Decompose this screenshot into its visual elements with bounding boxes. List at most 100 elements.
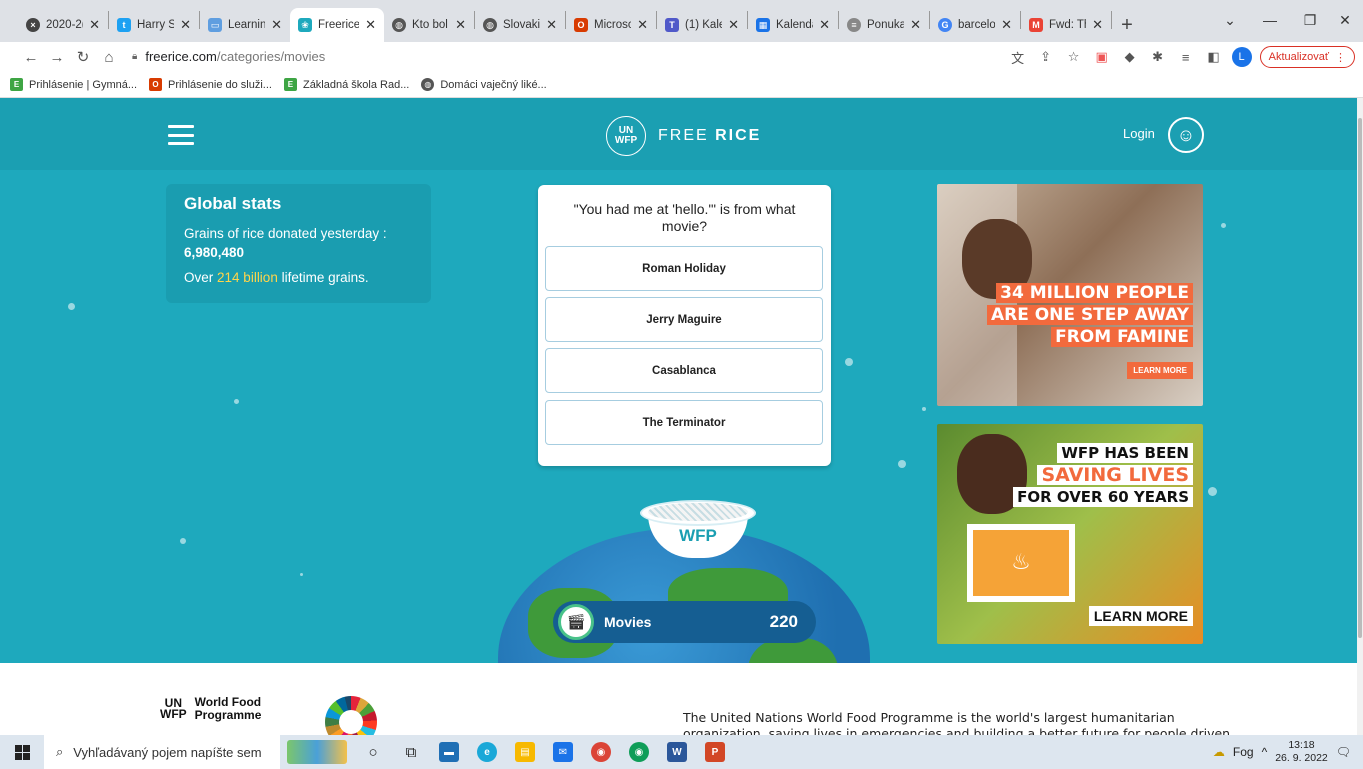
login-link[interactable]: Login bbox=[1123, 126, 1155, 141]
tab-1[interactable]: × 2020-2(✕ bbox=[18, 8, 108, 42]
bookmark-item[interactable]: O Prihlásenie do služi... bbox=[149, 78, 272, 91]
close-tab-icon[interactable]: ✕ bbox=[910, 17, 921, 33]
chevron-up-icon[interactable]: ^ bbox=[1262, 745, 1268, 759]
close-tab-icon[interactable]: ✕ bbox=[180, 17, 191, 33]
close-tab-icon[interactable]: ✕ bbox=[271, 17, 282, 33]
close-tab-icon[interactable]: ✕ bbox=[637, 17, 648, 33]
user-face-icon[interactable]: ☺ bbox=[1168, 117, 1204, 153]
update-button[interactable]: Aktualizovať ⋮ bbox=[1259, 46, 1355, 68]
bookmark-item[interactable]: ◍ Domáci vaječný liké... bbox=[421, 78, 547, 91]
edge-icon[interactable]: e bbox=[468, 735, 506, 769]
wfp-footer-logo[interactable]: UN WFP World Food Programme bbox=[160, 696, 261, 722]
office-icon: O bbox=[149, 78, 163, 91]
answer-option[interactable]: Casablanca bbox=[545, 348, 823, 393]
system-tray: ☁ Fog ^ 13:18 26. 9. 2022 🗨︎ bbox=[1213, 735, 1363, 769]
ad-famine-banner[interactable]: 34 MILLION PEOPLE ARE ONE STEP AWAY FROM… bbox=[937, 184, 1203, 406]
notification-icon[interactable]: 🗨︎ bbox=[1336, 745, 1351, 759]
tab-11[interactable]: Gbarcelo ✕ bbox=[930, 8, 1020, 42]
side-panel-icon[interactable]: ◧ bbox=[1204, 47, 1224, 67]
site-header: UN WFP FREE RICE Login ☺ bbox=[0, 98, 1357, 170]
weather-fog-icon[interactable]: ☁ bbox=[1213, 745, 1225, 759]
tab-6[interactable]: ◍Slovakia✕ bbox=[475, 8, 565, 42]
close-tab-icon[interactable]: ✕ bbox=[1092, 17, 1103, 33]
answer-option[interactable]: Jerry Maguire bbox=[545, 297, 823, 342]
learn-more-button[interactable]: LEARN MORE bbox=[1127, 362, 1193, 379]
profile-avatar[interactable]: L bbox=[1231, 47, 1252, 67]
quiz-question: "You had me at 'hello.'" is from what mo… bbox=[573, 201, 796, 234]
tab-freerice-active[interactable]: ❀ Freerice ✕ bbox=[290, 8, 384, 42]
close-tab-icon[interactable]: ✕ bbox=[1001, 17, 1012, 33]
close-tab-icon[interactable]: ✕ bbox=[365, 17, 376, 33]
reading-list-icon[interactable]: ≡ bbox=[1176, 47, 1196, 67]
category-label: Movies bbox=[604, 614, 652, 630]
edupage-icon: E bbox=[10, 78, 23, 91]
hamburger-menu-icon[interactable] bbox=[168, 125, 194, 145]
google-icon: G bbox=[938, 18, 952, 32]
global-stats-title: Global stats bbox=[184, 194, 282, 213]
freerice-page: UN WFP FREE RICE Login ☺ Global stats Gra… bbox=[0, 98, 1357, 663]
close-tab-icon[interactable]: ✕ bbox=[728, 17, 739, 33]
close-tab-icon[interactable]: ✕ bbox=[819, 17, 830, 33]
word-icon[interactable]: W bbox=[658, 735, 696, 769]
translate-icon[interactable]: 文 bbox=[1008, 47, 1028, 67]
task-view-icon[interactable]: ⧉ bbox=[392, 735, 430, 769]
tab-search-chevron-icon[interactable]: ⌄ bbox=[1210, 8, 1250, 32]
file-explorer-icon[interactable]: ▬ bbox=[430, 735, 468, 769]
tab-12[interactable]: MFwd: Th✕ bbox=[1021, 8, 1111, 42]
cortana-icon[interactable]: ○ bbox=[354, 735, 392, 769]
tab-2[interactable]: tHarry Sl✕ bbox=[109, 8, 199, 42]
close-tab-icon[interactable]: ✕ bbox=[89, 17, 100, 33]
tab-3[interactable]: ▭Learning✕ bbox=[200, 8, 290, 42]
back-arrow-icon[interactable]: ← bbox=[18, 44, 44, 70]
forward-arrow-icon[interactable]: → bbox=[44, 44, 70, 70]
share-icon[interactable]: ⇪ bbox=[1036, 47, 1056, 67]
globe-icon: ◍ bbox=[392, 18, 406, 32]
globe-icon: ◍ bbox=[483, 18, 497, 32]
bookmark-item[interactable]: E Prihlásenie | Gymná... bbox=[10, 78, 137, 91]
reload-icon[interactable]: ↻ bbox=[70, 44, 96, 70]
freerice-logo[interactable]: UN WFP FREE RICE bbox=[606, 116, 761, 156]
answer-option[interactable]: Roman Holiday bbox=[545, 246, 823, 291]
windows-taskbar: ⌕ Vyhľadávaný pojem napíšte sem ○ ⧉ ▬ e ▤… bbox=[0, 735, 1363, 769]
search-highlight-icon[interactable] bbox=[280, 735, 354, 769]
tab-8[interactable]: T (1) Kale ✕ bbox=[657, 8, 747, 42]
quiz-card: "You had me at 'hello.'" is from what mo… bbox=[538, 185, 831, 466]
lock-icon: 🔒︎ bbox=[132, 50, 138, 62]
home-icon[interactable]: ⌂ bbox=[96, 44, 122, 70]
sdg-sign: ♨ bbox=[967, 524, 1075, 602]
tab-9[interactable]: ▦Kalenda✕ bbox=[748, 8, 838, 42]
chrome-profile-icon[interactable]: ◉ bbox=[620, 735, 658, 769]
extension-icon[interactable]: ▣ bbox=[1092, 47, 1112, 67]
windows-start-icon[interactable] bbox=[0, 735, 44, 769]
close-tab-icon[interactable]: ✕ bbox=[455, 17, 466, 33]
tab-5[interactable]: ◍ Kto bol ✕ bbox=[384, 8, 474, 42]
taskbar-search-box[interactable]: ⌕ Vyhľadávaný pojem napíšte sem bbox=[44, 735, 280, 769]
bookmarks-bar: E Prihlásenie | Gymná... O Prihlásenie do … bbox=[0, 72, 1363, 98]
category-progress-pill[interactable]: 🎬︎ Movies 220 bbox=[553, 601, 816, 643]
new-tab-button[interactable]: + bbox=[1112, 8, 1142, 42]
powerpoint-icon[interactable]: P bbox=[696, 735, 734, 769]
answer-option[interactable]: The Terminator bbox=[545, 400, 823, 445]
store-icon[interactable]: ▤ bbox=[506, 735, 544, 769]
clock[interactable]: 13:18 26. 9. 2022 bbox=[1275, 739, 1328, 765]
category-count: 220 bbox=[769, 612, 798, 631]
freerice-icon: ❀ bbox=[298, 18, 312, 32]
mail-icon[interactable]: ✉ bbox=[544, 735, 582, 769]
restore-button[interactable]: ❐ bbox=[1290, 8, 1330, 32]
tab-7[interactable]: O Microsc ✕ bbox=[566, 8, 656, 42]
teams-icon: T bbox=[665, 18, 679, 32]
puzzle-icon[interactable]: ✱ bbox=[1148, 47, 1168, 67]
bookmark-item[interactable]: E Základná škola Rad... bbox=[283, 78, 409, 91]
page-scrollbar[interactable] bbox=[1357, 98, 1363, 735]
address-bar[interactable]: 🔒︎ freerice.com/categories/movies bbox=[132, 45, 325, 67]
chrome-icon[interactable]: ◉ bbox=[582, 735, 620, 769]
minimize-button[interactable]: — bbox=[1250, 8, 1290, 32]
learn-more-button[interactable]: LEARN MORE bbox=[1088, 606, 1193, 626]
close-window-button[interactable]: ✕ bbox=[1325, 8, 1363, 32]
tab-10[interactable]: ≡ Ponuka ✕ bbox=[839, 8, 929, 42]
weather-label[interactable]: Fog bbox=[1233, 745, 1254, 759]
close-tab-icon[interactable]: ✕ bbox=[546, 17, 557, 33]
bookmark-star-icon[interactable]: ☆ bbox=[1064, 47, 1084, 67]
ad-saving-lives-banner[interactable]: ♨ WFP HAS BEEN SAVING LIVES FOR OVER 60 … bbox=[937, 424, 1203, 644]
extension-icon[interactable]: ◆ bbox=[1120, 47, 1140, 67]
